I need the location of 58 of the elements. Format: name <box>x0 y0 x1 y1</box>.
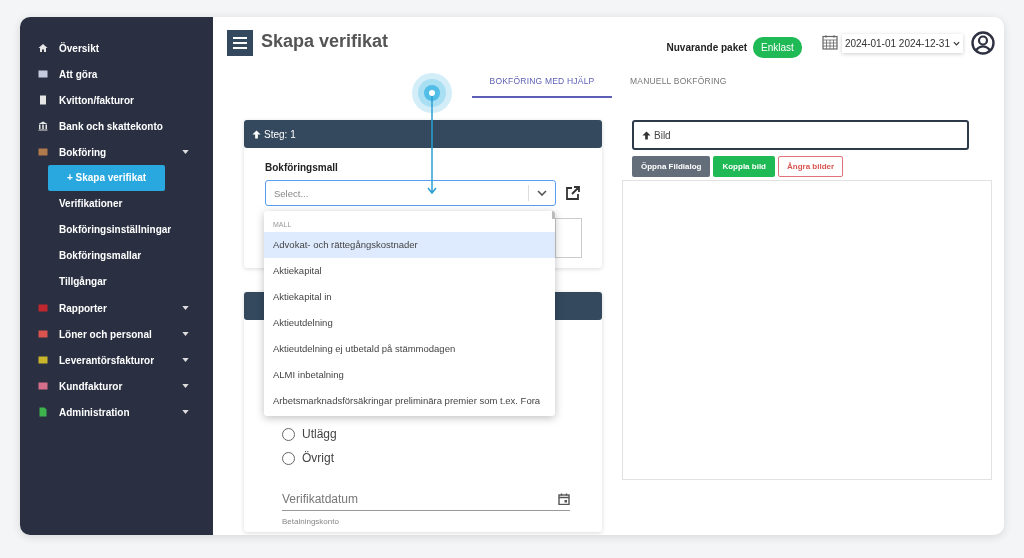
sidebar-item[interactable]: Bank och skattekonto <box>20 113 213 139</box>
field-label: Bokföringsmall <box>265 162 339 173</box>
menu-item-icon <box>38 121 48 131</box>
dropdown-option[interactable]: Arbetsmarknadsförsäkringar preliminära premier som t.ex. Fora <box>264 388 555 414</box>
menu-button[interactable] <box>227 30 253 56</box>
tab[interactable]: BOKFÖRING MED HJÄLP <box>472 68 612 98</box>
submenu-item[interactable]: Verifikationer <box>48 191 198 217</box>
menu-item-icon <box>38 355 48 365</box>
chevron-down-icon <box>953 40 960 46</box>
arrow-up-icon <box>252 129 261 139</box>
package-label: Nuvarande paket <box>666 41 748 53</box>
external-link-icon[interactable] <box>565 185 581 201</box>
submenu-item[interactable]: Bokföringsmallar <box>48 243 198 269</box>
scrollbar-thumb[interactable] <box>552 211 555 219</box>
menu-item-icon <box>38 95 48 105</box>
menu-item-icon <box>38 329 48 339</box>
field-label: Betalningskonto <box>282 517 340 526</box>
period-select[interactable]: 2024-01-01 2024-12-31 <box>841 33 963 53</box>
template-select[interactable]: Select... <box>265 180 556 206</box>
step-title: Steg: 1 <box>264 128 296 140</box>
dropdown-option[interactable]: Aktieutdelning ej utbetald på stämmodagen <box>264 336 555 362</box>
radio-label: Utlägg <box>302 427 337 441</box>
submenu-item[interactable]: Bokföringsinställningar <box>48 217 198 243</box>
dropdown-option[interactable]: Aktiekapital in <box>264 284 555 310</box>
user-avatar-icon[interactable] <box>971 31 995 55</box>
sidebar-item[interactable]: Kundfakturor <box>20 373 213 399</box>
menu-item-icon <box>38 147 48 157</box>
action-button[interactable]: Ångra bilder <box>778 156 844 177</box>
chevron-down-icon <box>537 190 547 196</box>
arrow-up-icon <box>642 130 651 140</box>
package-badge: Enklast <box>753 36 802 58</box>
dropdown-option[interactable]: Advokat- och rättegångskostnader <box>264 232 555 258</box>
dropdown-option[interactable]: Aktieutdelning <box>264 310 555 336</box>
sidebar-item[interactable]: Rapporter <box>20 295 213 321</box>
menu-item-icon <box>38 69 48 79</box>
menu-item-icon <box>38 303 48 313</box>
action-button[interactable]: Öppna Fildialog <box>632 156 711 177</box>
menu-icon <box>233 37 247 49</box>
image-title: Bild <box>654 129 671 141</box>
sidebar-item[interactable]: Översikt <box>20 35 213 61</box>
sidebar-item[interactable]: Bokföring <box>20 139 213 165</box>
date-field[interactable]: Verifikatdatum <box>282 492 570 511</box>
tab[interactable]: MANUELL BOKFÖRING <box>612 68 762 98</box>
submenu-item[interactable]: Tillgångar <box>48 269 198 295</box>
menu-item-icon <box>38 407 48 417</box>
sidebar-item[interactable]: Leverantörsfakturor <box>20 347 213 373</box>
dropdown-option[interactable]: ALMI inbetalning <box>264 362 555 388</box>
sidebar-item[interactable]: Löner och personal <box>20 321 213 347</box>
calendar-icon <box>821 34 838 50</box>
sidebar-item[interactable]: Kvitton/fakturor <box>20 87 213 113</box>
sidebar-item[interactable]: Att göra <box>20 61 213 87</box>
radio-label: Övrigt <box>302 451 334 465</box>
dropdown-option[interactable]: Aktiekapital <box>264 258 555 284</box>
menu-item-icon <box>38 43 48 53</box>
page-title: Skapa verifikat <box>261 31 389 52</box>
calendar-icon <box>558 493 570 505</box>
sidebar-item[interactable]: Administration <box>20 399 213 425</box>
menu-item-icon <box>38 381 48 391</box>
